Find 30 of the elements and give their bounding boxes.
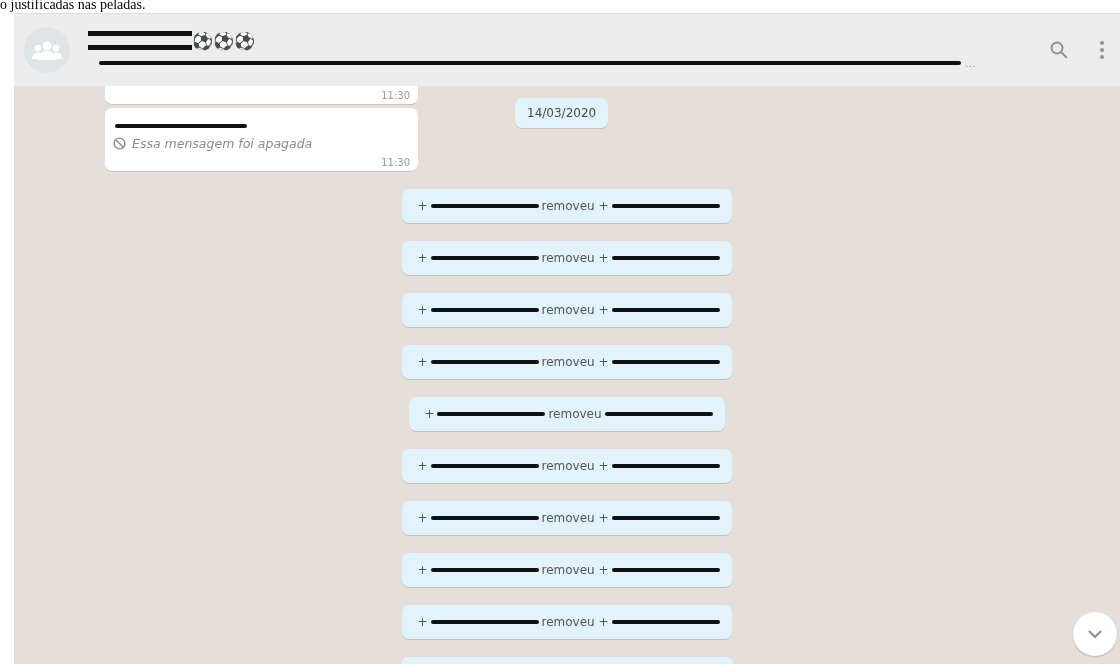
message-time: 11:30 (381, 157, 410, 168)
system-message-text: removeu + (540, 199, 610, 213)
system-message-text: removeu + (540, 459, 610, 473)
system-message-text: + (423, 407, 436, 421)
system-message-text: + (416, 303, 429, 317)
system-message-text: removeu + (540, 355, 610, 369)
system-message-text: removeu (547, 407, 603, 421)
system-message-text: removeu + (540, 251, 610, 265)
search-icon[interactable] (1050, 41, 1068, 59)
scroll-down-button[interactable] (1073, 612, 1117, 656)
group-title-emoji: ⚽⚽⚽ (192, 30, 255, 51)
deleted-message-text: Essa mensagem foi apagada (132, 136, 313, 151)
system-message-text: removeu + (540, 563, 610, 577)
system-message-text: + (416, 615, 429, 629)
system-message-text: removeu + (540, 303, 610, 317)
blocked-icon (113, 137, 126, 150)
system-message-text: + (416, 459, 429, 473)
system-message-text: removeu + (540, 511, 610, 525)
system-message-text: + (416, 355, 429, 369)
article-text: o justificadas nas peladas. (0, 0, 146, 13)
date-chip: 14/03/2020 (515, 98, 609, 128)
message-time: 11:30 (381, 90, 410, 101)
system-message-text: + (416, 199, 429, 213)
chevron-down-icon (1088, 630, 1102, 638)
system-message-text: + (416, 251, 429, 265)
system-message-text: removeu + (540, 615, 610, 629)
menu-icon[interactable] (1100, 41, 1104, 59)
system-message-text: + (416, 563, 429, 577)
participants-ellipsis: … (965, 56, 976, 70)
system-message-text: + (416, 511, 429, 525)
